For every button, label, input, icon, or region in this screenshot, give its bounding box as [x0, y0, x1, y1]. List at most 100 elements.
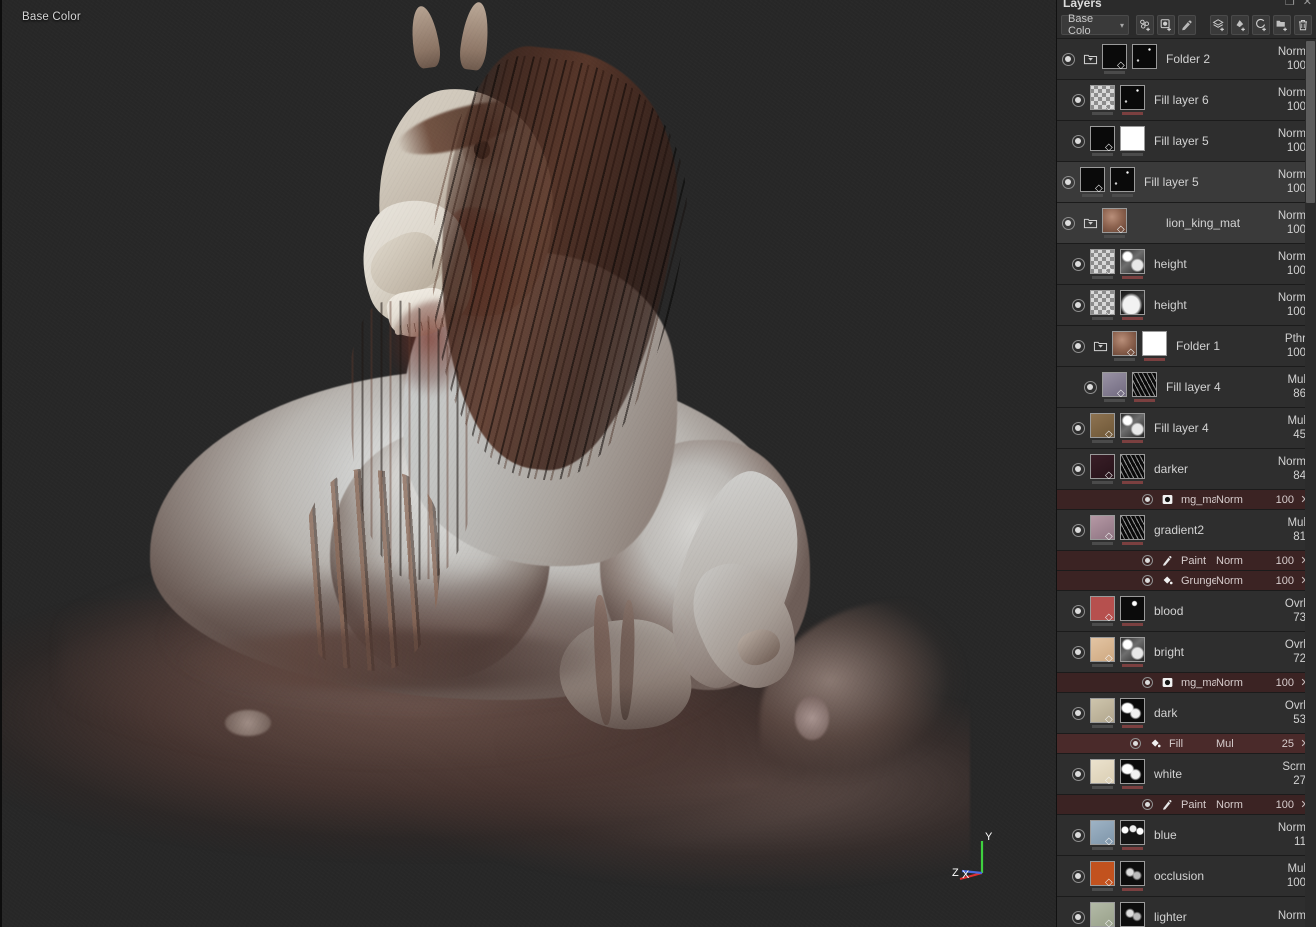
add-adjustment-icon[interactable] — [1251, 15, 1270, 35]
layer-row[interactable]: ◇ Folder 2 Norm 100 — [1057, 39, 1316, 80]
layer-visibility-toggle[interactable] — [1067, 869, 1089, 883]
layer-row[interactable]: ◇ occlusion Mul 100 — [1057, 856, 1316, 897]
close-icon[interactable]: ✕ — [1303, 0, 1312, 8]
layer-thumbnail-slot[interactable] — [1119, 449, 1146, 489]
layer-thumbnail[interactable]: ◇ — [1102, 208, 1127, 233]
layer-thumbnail[interactable]: ◇ — [1102, 372, 1127, 397]
effect-blend-mode[interactable]: Norm — [1216, 677, 1260, 689]
layer-thumbnail-slot[interactable]: ◇ — [1089, 449, 1116, 489]
effect-opacity[interactable]: 100 — [1260, 677, 1294, 689]
layer-row[interactable]: ◇ bright Ovrl 72 — [1057, 632, 1316, 673]
layer-row[interactable]: ◇ Fill layer 6 Norm 100 — [1057, 80, 1316, 121]
layer-thumbnail[interactable]: ◇ — [1090, 290, 1115, 315]
layer-row[interactable]: ◇ Fill layer 5 Norm 100 — [1057, 162, 1316, 203]
layer-thumbnail-slot[interactable]: ◇ — [1089, 693, 1116, 733]
layer-effect-row[interactable]: FillMul25✕ — [1057, 734, 1316, 754]
layer-thumbnail[interactable]: ◇ — [1090, 85, 1115, 110]
layer-visibility-toggle[interactable] — [1057, 216, 1079, 230]
layer-thumbnail-slot[interactable]: ◇ — [1089, 897, 1116, 927]
layer-thumbnail-slot[interactable]: ◇ — [1089, 244, 1116, 284]
layer-visibility-toggle[interactable] — [1067, 604, 1089, 618]
layer-thumbnail-slot[interactable]: ◇ — [1089, 121, 1116, 161]
layer-thumbnail-slot[interactable] — [1109, 162, 1136, 202]
layer-thumbnail[interactable]: ◇ — [1090, 698, 1115, 723]
folder-icon[interactable] — [1079, 217, 1101, 230]
layer-thumbnail-slot[interactable]: ◇ — [1089, 510, 1116, 550]
layer-visibility-toggle[interactable] — [1067, 523, 1089, 537]
layer-thumbnail[interactable] — [1120, 698, 1145, 723]
layer-row[interactable]: ◇ height Norm 100 — [1057, 285, 1316, 326]
layer-row[interactable]: ◇ Folder 1 Pthr 100 — [1057, 326, 1316, 367]
layer-thumbnail[interactable] — [1142, 331, 1167, 356]
channel-dropdown[interactable]: Base Colo ▾ — [1061, 13, 1129, 37]
layer-thumbnail[interactable] — [1120, 249, 1145, 274]
layer-thumbnail-slot[interactable]: ◇ — [1089, 80, 1116, 120]
add-smart-material-icon[interactable] — [1136, 15, 1155, 35]
layer-visibility-toggle[interactable] — [1067, 462, 1089, 476]
layer-thumbnail-slot[interactable] — [1119, 244, 1146, 284]
paint-brush-icon[interactable] — [1157, 554, 1177, 567]
layer-thumbnail[interactable] — [1132, 372, 1157, 397]
layer-visibility-toggle[interactable] — [1067, 767, 1089, 781]
layer-visibility-toggle[interactable] — [1067, 828, 1089, 842]
undock-icon[interactable]: ❐ — [1285, 0, 1295, 8]
layers-scroll-area[interactable]: ◇ Folder 2 Norm 100 ◇ Fill layer 6 Norm 100 ◇ Fil… — [1057, 39, 1316, 927]
layer-thumbnail[interactable]: ◇ — [1090, 820, 1115, 845]
layer-thumbnail-slot[interactable] — [1119, 632, 1146, 672]
layer-effect-row[interactable]: PaintNorm100✕ — [1057, 795, 1316, 815]
layer-thumbnail[interactable] — [1120, 454, 1145, 479]
layers-scrollbar-thumb[interactable] — [1306, 41, 1315, 203]
effect-opacity[interactable]: 100 — [1260, 555, 1294, 567]
layer-thumbnail[interactable] — [1120, 596, 1145, 621]
layer-thumbnail[interactable]: ◇ — [1112, 331, 1137, 356]
effect-opacity[interactable]: 100 — [1260, 799, 1294, 811]
layer-thumbnail[interactable]: ◇ — [1090, 861, 1115, 886]
delete-layer-icon[interactable] — [1293, 15, 1312, 35]
layers-scrollbar[interactable] — [1305, 39, 1316, 927]
effect-blend-mode[interactable]: Norm — [1216, 555, 1260, 567]
effect-visibility-toggle[interactable] — [1137, 575, 1157, 586]
layer-thumbnail-slot[interactable]: ◇ — [1111, 326, 1138, 366]
layer-visibility-toggle[interactable] — [1067, 421, 1089, 435]
layer-visibility-toggle[interactable] — [1067, 910, 1089, 924]
layer-thumbnail-slot[interactable]: ◇ — [1089, 285, 1116, 325]
layer-thumbnail[interactable]: ◇ — [1090, 902, 1115, 927]
layer-thumbnail-slot[interactable] — [1119, 856, 1146, 896]
layer-thumbnail-slot[interactable]: ◇ — [1089, 632, 1116, 672]
mask-generator-icon[interactable] — [1157, 493, 1177, 506]
layer-row[interactable]: ◇ blood Ovrl 73 — [1057, 591, 1316, 632]
fill-bucket-icon[interactable] — [1145, 737, 1165, 750]
layer-visibility-toggle[interactable] — [1067, 134, 1089, 148]
layer-thumbnail-slot[interactable] — [1119, 897, 1146, 927]
layer-thumbnail[interactable]: ◇ — [1090, 759, 1115, 784]
fill-bucket-icon[interactable] — [1157, 574, 1177, 587]
add-paint-layer-icon[interactable] — [1230, 15, 1249, 35]
layer-thumbnail[interactable]: ◇ — [1080, 167, 1105, 192]
layer-effect-row[interactable]: mg_mas...Norm100✕ — [1057, 490, 1316, 510]
add-mask-icon[interactable] — [1157, 15, 1176, 35]
layer-thumbnail[interactable]: ◇ — [1090, 454, 1115, 479]
layer-thumbnail-slot[interactable]: ◇ — [1089, 856, 1116, 896]
layer-thumbnail[interactable] — [1120, 902, 1145, 927]
effect-visibility-toggle[interactable] — [1137, 555, 1157, 566]
effect-opacity[interactable]: 100 — [1260, 494, 1294, 506]
layer-thumbnail-slot[interactable] — [1131, 39, 1158, 79]
effect-blend-mode[interactable]: Norm — [1216, 494, 1260, 506]
layer-visibility-toggle[interactable] — [1057, 52, 1079, 66]
layer-row[interactable]: ◇ gradient2 Mul 81 — [1057, 510, 1316, 551]
layer-visibility-toggle[interactable] — [1079, 380, 1101, 394]
effect-blend-mode[interactable]: Mul — [1216, 738, 1260, 750]
3d-viewport[interactable]: Base Color Y X Z — [0, 0, 1056, 927]
layer-thumbnail[interactable] — [1120, 820, 1145, 845]
layer-thumbnail[interactable] — [1120, 637, 1145, 662]
paint-brush-icon[interactable] — [1157, 798, 1177, 811]
layer-thumbnail-slot[interactable]: ◇ — [1079, 162, 1106, 202]
layer-thumbnail-slot[interactable]: ◇ — [1101, 39, 1128, 79]
layer-thumbnail[interactable]: ◇ — [1090, 413, 1115, 438]
layer-visibility-toggle[interactable] — [1057, 175, 1079, 189]
axis-gizmo[interactable]: Y X Z — [952, 829, 1012, 889]
layer-thumbnail-slot[interactable] — [1119, 285, 1146, 325]
layer-row[interactable]: ◇ white Scrn 27 — [1057, 754, 1316, 795]
layer-row[interactable]: ◇ lion_king_mat Norm 100 — [1057, 203, 1316, 244]
effect-opacity[interactable]: 100 — [1260, 575, 1294, 587]
